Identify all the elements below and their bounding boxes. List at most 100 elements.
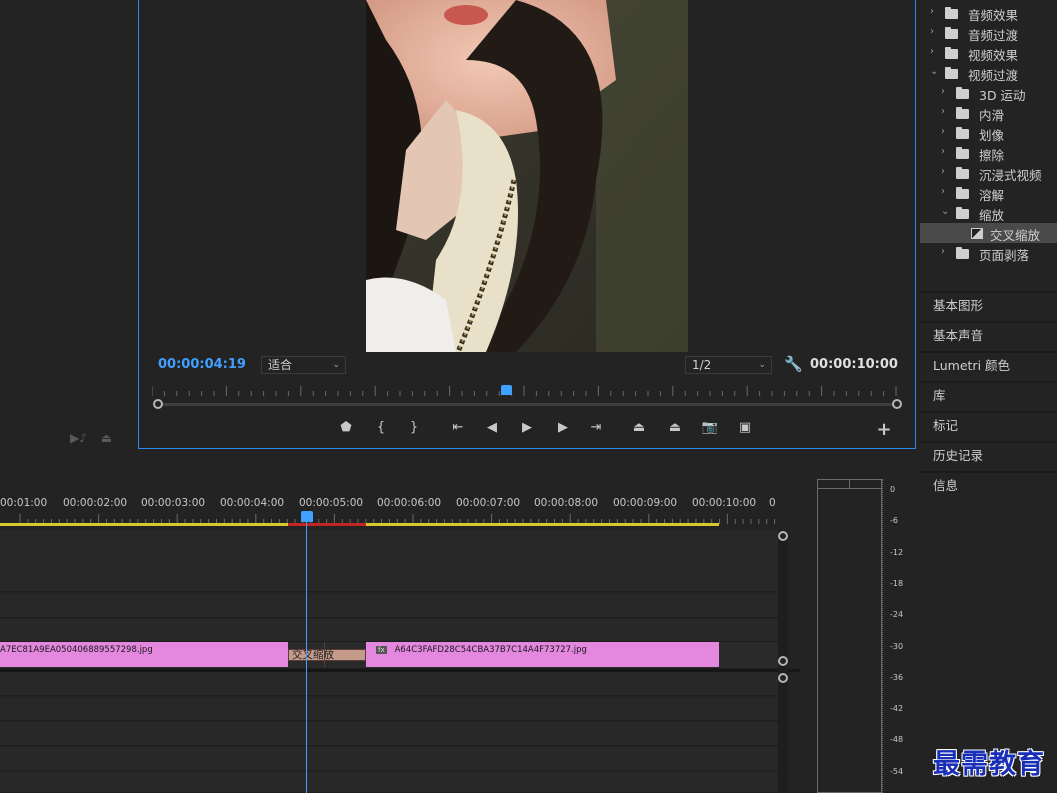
chevron-right-icon[interactable]: › xyxy=(941,86,945,97)
program-playhead[interactable] xyxy=(501,385,512,395)
side-panel-tab[interactable]: 基本图形 xyxy=(920,291,1057,319)
meter-scale-line xyxy=(882,479,883,793)
folder-icon xyxy=(956,127,969,139)
overwrite-icon[interactable]: ⏏ xyxy=(101,431,112,445)
chevron-down-icon: ⌄ xyxy=(332,360,340,370)
program-scrub-bar[interactable] xyxy=(158,403,898,406)
compare-view-button[interactable]: ▣ xyxy=(733,420,757,435)
chevron-down-icon[interactable]: ⌄ xyxy=(930,66,938,77)
effects-tree-item[interactable]: ⌄ 视频过渡 xyxy=(920,63,1057,83)
timeline-playhead-line xyxy=(306,520,307,793)
clip-a-name: A7EC81A9EA050406889557298.jpg xyxy=(0,645,153,655)
effects-tree-item[interactable]: › 沉浸式视频 xyxy=(920,163,1057,183)
duration-timecode: 00:00:10:00 xyxy=(810,357,898,372)
resolution-select[interactable]: 1/2 ⌄ xyxy=(685,356,772,374)
mark-out-button[interactable]: } xyxy=(402,420,426,435)
chevron-right-icon[interactable]: › xyxy=(930,6,934,17)
timeline-ruler-label: 00:00:09:00 xyxy=(613,497,678,509)
program-time-ruler[interactable] xyxy=(152,384,898,396)
chevron-right-icon[interactable]: › xyxy=(941,126,945,137)
source-monitor: ▶♪ ⏏ xyxy=(0,0,136,449)
db-scale-label: -48 xyxy=(890,735,904,745)
audio-track-3[interactable] xyxy=(0,722,778,746)
scroll-handle-bottom[interactable] xyxy=(778,656,788,666)
chevron-right-icon[interactable]: › xyxy=(941,166,945,177)
step-forward-button[interactable]: ▶ xyxy=(551,420,575,435)
insert-icon[interactable]: ▶♪ xyxy=(70,431,87,445)
side-panel-tab[interactable]: Lumetri 颜色 xyxy=(920,351,1057,379)
scroll-handle-top[interactable] xyxy=(778,531,788,541)
lift-button[interactable]: ⏏ xyxy=(627,420,651,435)
timeline-ruler-label: 00:00:10:00 xyxy=(692,497,757,509)
chevron-right-icon[interactable]: › xyxy=(930,46,934,57)
db-scale-label: -18 xyxy=(890,578,904,588)
effects-tree-item[interactable]: › 视频效果 xyxy=(920,43,1057,63)
effects-tree-item[interactable]: › 内滑 xyxy=(920,103,1057,123)
cut-line xyxy=(324,642,325,667)
folder-icon xyxy=(956,207,969,219)
mark-in-button[interactable]: { xyxy=(369,420,393,435)
scrub-start-handle[interactable] xyxy=(153,399,163,409)
effects-tree-item[interactable]: › 溶解 xyxy=(920,183,1057,203)
chevron-right-icon[interactable]: › xyxy=(930,26,934,37)
timeline-ruler-label: 00:00:07:00 xyxy=(456,497,521,509)
audio-meter-channels xyxy=(817,479,882,793)
effects-tree-item[interactable]: › 划像 xyxy=(920,123,1057,143)
folder-icon xyxy=(956,107,969,119)
audio-scroll-handle-top[interactable] xyxy=(778,673,788,683)
clip-b[interactable]: fx A64C3FAFD28C54CBA37B7C14A4F73727.jpg xyxy=(366,642,719,667)
extract-button[interactable]: ⏏ xyxy=(663,420,687,435)
wrench-icon[interactable]: 🔧 xyxy=(784,355,803,373)
video-track-2[interactable] xyxy=(0,593,778,618)
timeline-ruler-label: 0 xyxy=(769,497,776,509)
audio-track-4[interactable] xyxy=(0,747,778,771)
go-to-in-button[interactable]: ⇤ xyxy=(446,420,470,435)
side-panel-tab[interactable]: 信息 xyxy=(920,471,1057,499)
timeline-playhead[interactable] xyxy=(301,511,313,522)
cross-zoom-transition[interactable]: 交叉缩放 xyxy=(288,649,366,661)
effects-tree-label: 视频效果 xyxy=(968,48,1019,63)
scrub-end-handle[interactable] xyxy=(892,399,902,409)
effects-tree-item[interactable]: 交叉缩放 xyxy=(920,223,1057,243)
fit-select-value: 适合 xyxy=(268,358,293,372)
video-track-1-upper[interactable] xyxy=(0,619,778,642)
resolution-select-value: 1/2 xyxy=(692,358,712,372)
export-frame-button[interactable]: 📷 xyxy=(698,420,722,435)
fit-select[interactable]: 适合 ⌄ xyxy=(261,356,346,374)
audio-track-1[interactable] xyxy=(0,672,778,696)
effects-tree-item[interactable]: › 页面剥落 xyxy=(920,243,1057,263)
effects-tree-item[interactable]: › 擦除 xyxy=(920,143,1057,163)
effects-tree-label: 划像 xyxy=(979,128,1005,143)
effects-tree-item[interactable]: ⌄ 缩放 xyxy=(920,203,1057,223)
add-button[interactable]: + xyxy=(872,419,896,440)
chevron-right-icon[interactable]: › xyxy=(941,146,945,157)
chevron-right-icon[interactable]: › xyxy=(941,186,945,197)
folder-icon xyxy=(956,247,969,259)
play-button[interactable]: ▶ xyxy=(515,420,539,435)
chevron-down-icon[interactable]: ⌄ xyxy=(941,206,949,217)
db-scale-label: -6 xyxy=(890,516,898,526)
audio-track-5[interactable] xyxy=(0,772,778,793)
folder-icon xyxy=(945,7,958,19)
side-panel-tab[interactable]: 标记 xyxy=(920,411,1057,439)
go-to-out-button[interactable]: ⇥ xyxy=(584,420,608,435)
db-scale-label: -24 xyxy=(890,610,904,620)
chevron-right-icon[interactable]: › xyxy=(941,246,945,257)
timeline-ruler-label: 00:00:04:00 xyxy=(220,497,285,509)
add-marker-button[interactable]: ⬟ xyxy=(334,420,358,435)
audio-track-2[interactable] xyxy=(0,697,778,721)
step-back-button[interactable]: ◀ xyxy=(480,420,504,435)
side-panel-tab[interactable]: 基本声音 xyxy=(920,321,1057,349)
clip-a[interactable]: A7EC81A9EA050406889557298.jpg xyxy=(0,642,288,667)
chevron-right-icon[interactable]: › xyxy=(941,106,945,117)
video-track-3[interactable] xyxy=(0,530,778,592)
side-panel-tab[interactable]: 库 xyxy=(920,381,1057,409)
effects-tree-item[interactable]: › 音频过渡 xyxy=(920,23,1057,43)
chevron-down-icon: ⌄ xyxy=(758,360,766,370)
effects-tree-label: 内滑 xyxy=(979,108,1005,123)
side-panel-tab[interactable]: 历史记录 xyxy=(920,441,1057,469)
effects-tree-item[interactable]: › 3D 运动 xyxy=(920,83,1057,103)
current-timecode[interactable]: 00:00:04:19 xyxy=(158,357,246,372)
effects-tree-label: 页面剥落 xyxy=(979,248,1030,263)
effects-tree-item[interactable]: › 音频效果 xyxy=(920,3,1057,23)
